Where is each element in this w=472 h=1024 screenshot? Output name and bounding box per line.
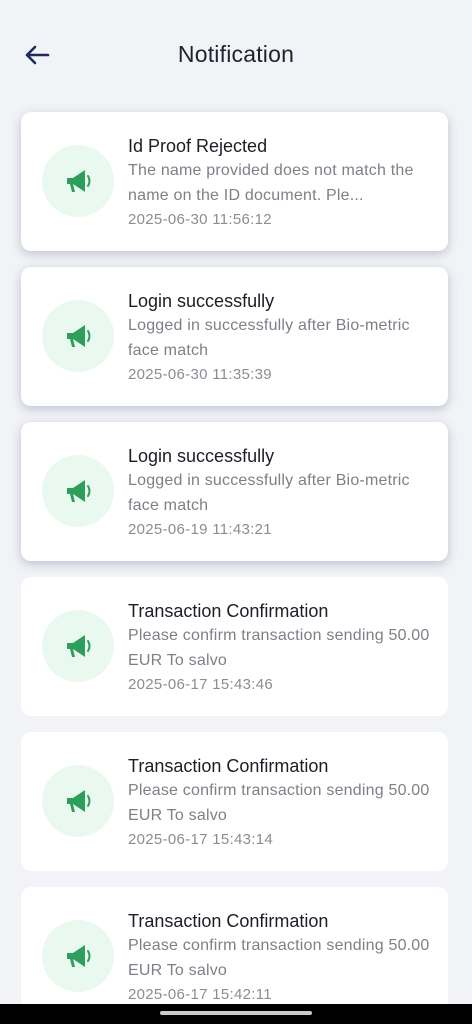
notification-card[interactable]: Login successfully Logged in successfull…	[21, 422, 448, 561]
notification-timestamp: 2025-06-30 11:35:39	[128, 366, 272, 383]
notification-list: Id Proof Rejected The name provided does…	[21, 112, 448, 1024]
notification-icon-badge	[42, 145, 114, 217]
notification-body: Please confirm transaction sending 50.00…	[128, 627, 430, 669]
notification-body: Logged in successfully after Bio-metric …	[128, 317, 410, 359]
notification-title: Transaction Confirmation	[128, 911, 329, 931]
megaphone-icon	[67, 325, 91, 347]
megaphone-icon	[67, 480, 91, 502]
notification-card[interactable]: Login successfully Logged in successfull…	[21, 267, 448, 406]
notification-body: Please confirm transaction sending 50.00…	[128, 937, 430, 979]
notification-timestamp: 2025-06-30 11:56:12	[128, 211, 272, 228]
page-title: Notification	[177, 41, 295, 67]
notification-icon-badge	[42, 920, 114, 992]
notification-title: Transaction Confirmation	[128, 756, 329, 776]
notification-title: Transaction Confirmation	[128, 601, 329, 621]
megaphone-icon	[67, 790, 91, 812]
notification-card[interactable]: Transaction Confirmation Please confirm …	[21, 732, 448, 871]
notification-icon-badge	[42, 455, 114, 527]
notification-card[interactable]: Id Proof Rejected The name provided does…	[21, 112, 448, 251]
notification-timestamp: 2025-06-19 11:43:21	[128, 521, 272, 538]
app-header: Notification	[0, 0, 472, 110]
notification-card[interactable]: Transaction Confirmation Please confirm …	[21, 577, 448, 716]
notification-body: Logged in successfully after Bio-metric …	[128, 472, 410, 514]
megaphone-icon	[67, 170, 91, 192]
notification-title: Login successfully	[128, 446, 275, 466]
notification-timestamp: 2025-06-17 15:43:46	[128, 676, 273, 693]
notification-timestamp: 2025-06-17 15:43:14	[128, 831, 273, 848]
notification-title: Login successfully	[128, 291, 275, 311]
notification-icon-badge	[42, 610, 114, 682]
notification-body: Please confirm transaction sending 50.00…	[128, 782, 430, 824]
notification-icon-badge	[42, 300, 114, 372]
notification-icon-badge	[42, 765, 114, 837]
system-navigation-bar	[0, 1004, 472, 1024]
notification-title: Id Proof Rejected	[128, 136, 268, 156]
home-gesture-handle[interactable]	[160, 1011, 312, 1015]
megaphone-icon	[67, 945, 91, 967]
notification-body: The name provided does not match the nam…	[128, 162, 414, 204]
megaphone-icon	[67, 635, 91, 657]
